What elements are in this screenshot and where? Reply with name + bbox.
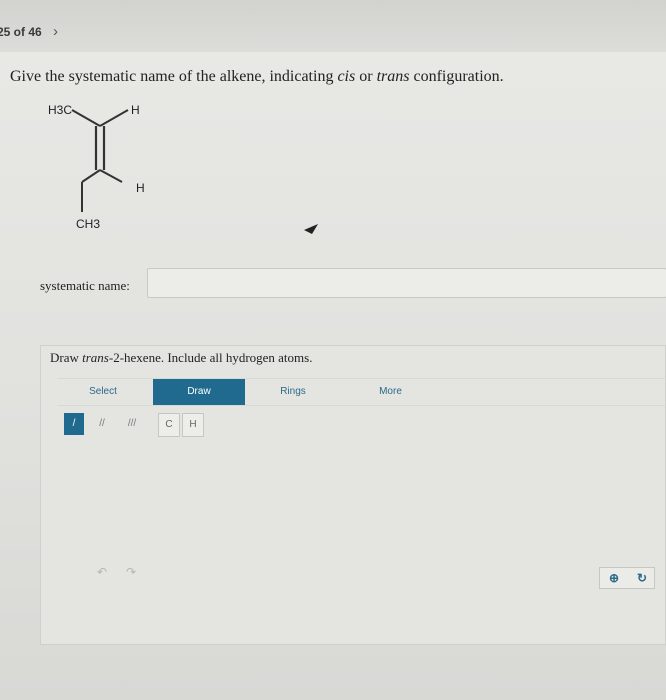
label-ch3: CH3 xyxy=(76,217,100,231)
question-text-after: configuration. xyxy=(409,68,504,85)
bond-c3-h xyxy=(99,169,123,183)
question-or: or xyxy=(355,68,377,85)
redo-icon[interactable]: ↷ xyxy=(122,563,140,581)
draw-compound-trans: trans xyxy=(82,350,109,365)
tab-draw[interactable]: Draw xyxy=(153,379,245,405)
sketcher-tab-bar: Select Draw Rings More xyxy=(58,378,666,406)
systematic-name-input[interactable] xyxy=(147,268,666,298)
atom-carbon-tool[interactable]: C xyxy=(158,413,180,437)
question-text-part: Give the systematic name of the alkene, … xyxy=(10,68,338,85)
bond-c3-c4 xyxy=(81,169,101,183)
question-cis: cis xyxy=(337,68,356,85)
undo-icon[interactable]: ↶ xyxy=(93,563,111,581)
tab-select[interactable]: Select xyxy=(58,379,148,405)
mouse-cursor-icon xyxy=(304,224,318,234)
zoom-controls: ⊕ ↻ xyxy=(599,567,655,589)
bond-ch3-c2 xyxy=(71,109,101,127)
question-counter: 25 of 46 xyxy=(0,25,42,39)
question-trans: trans xyxy=(376,68,410,85)
draw-prompt-after: -2-hexene. Include all hydrogen atoms. xyxy=(108,350,313,365)
tab-more[interactable]: More xyxy=(343,379,438,405)
rotate-icon[interactable]: ↻ xyxy=(630,570,654,586)
systematic-name-label: systematic name: xyxy=(40,278,130,293)
tab-rings[interactable]: Rings xyxy=(248,379,338,405)
atom-hydrogen-tool[interactable]: H xyxy=(182,413,204,437)
double-bond-tool[interactable]: // xyxy=(90,413,114,435)
top-bar xyxy=(0,0,666,52)
label-h-bottom: H xyxy=(136,181,145,195)
draw-prompt-part: Draw xyxy=(50,350,83,365)
label-h-top: H xyxy=(131,103,140,117)
bond-c2-h xyxy=(99,109,129,127)
alkene-structure: H3C H H CH3 xyxy=(48,103,145,231)
draw-prompt: Draw trans-2-hexene. Include all hydroge… xyxy=(50,350,312,366)
single-bond-tool[interactable]: / xyxy=(64,413,84,435)
next-question-icon[interactable]: › xyxy=(53,23,58,40)
label-h3c: H3C xyxy=(48,103,72,117)
question-text: Give the systematic name of the alkene, … xyxy=(10,68,504,86)
zoom-icon[interactable]: ⊕ xyxy=(602,570,626,586)
triple-bond-tool[interactable]: /// xyxy=(118,413,146,435)
